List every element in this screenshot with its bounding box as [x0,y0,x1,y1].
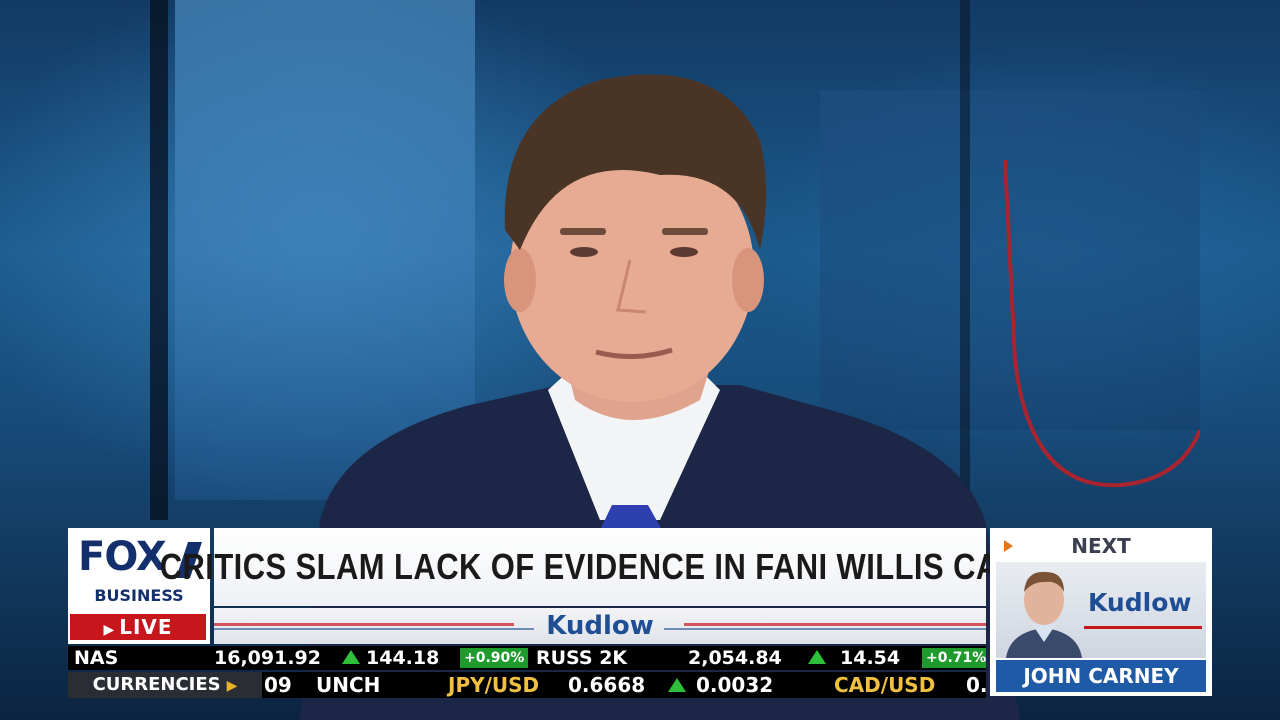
ticker-percent: +0.71% [922,648,986,668]
ticker-symbol: RUSS 2K [536,647,628,669]
currency-value: 0.6668 [568,673,646,697]
ticker-value: 2,054.84 [688,647,782,669]
decor-stripe [214,628,534,630]
up-arrow-icon [668,672,686,698]
ticker-change: 144.18 [366,647,440,669]
fox-wordmark: FOX [78,534,167,580]
live-badge: ▶ LIVE [70,614,206,640]
decor-stripe [684,623,986,626]
next-host-promo: Kudlow [996,562,1206,658]
decor-stripe [664,628,986,630]
lower-third: FOX BUSINESS ▶ LIVE CRITICS SLAM LACK OF … [68,528,1212,698]
up-arrow-icon [808,646,826,670]
currencies-label: CURRENCIES [92,674,221,695]
headline-banner: CRITICS SLAM LACK OF EVIDENCE IN FANI WI… [159,528,1040,606]
up-next-panel: NEXT Kudlow JOHN CARNEY [990,528,1212,696]
currency-change: 0.0032 [696,673,774,697]
headline-text: CRITICS SLAM LACK OF EVIDENCE IN FANI WI… [159,546,1041,587]
next-host-name: JOHN CARNEY [996,660,1206,692]
business-wordmark: BUSINESS [78,586,200,605]
decor-stripe [214,623,514,626]
ticker-percent: +0.90% [460,648,529,668]
play-icon: ▶ [103,622,116,638]
ticker-fragment: 09 [264,673,292,697]
show-bar: Kudlow [214,608,986,644]
market-ticker-currencies: CURRENCIES ▶ 09 UNCH JPY/USD 0.6668 0.003… [68,672,986,698]
host-avatar [1006,571,1082,658]
currency-pair: JPY/USD [448,673,540,697]
play-icon: ▶ [226,678,238,694]
live-label: LIVE [119,615,173,639]
ticker-unch: UNCH [316,673,381,697]
up-arrow-icon [342,646,360,670]
ticker-change: 14.54 [840,647,901,669]
market-ticker-indices: NAS 16,091.92 144.18 +0.90% RUSS 2K 2,05… [68,646,986,670]
next-label: NEXT [1071,534,1131,558]
ticker-value: 16,091.92 [214,647,321,669]
currency-pair: CAD/USD [834,673,936,697]
currencies-tab: CURRENCIES ▶ [68,672,262,698]
next-show-name: Kudlow [1088,588,1192,617]
show-name: Kudlow [546,611,654,641]
currency-value: 0. [966,673,986,697]
ticker-symbol: NAS [74,647,119,669]
decor-stripe [1084,626,1202,629]
